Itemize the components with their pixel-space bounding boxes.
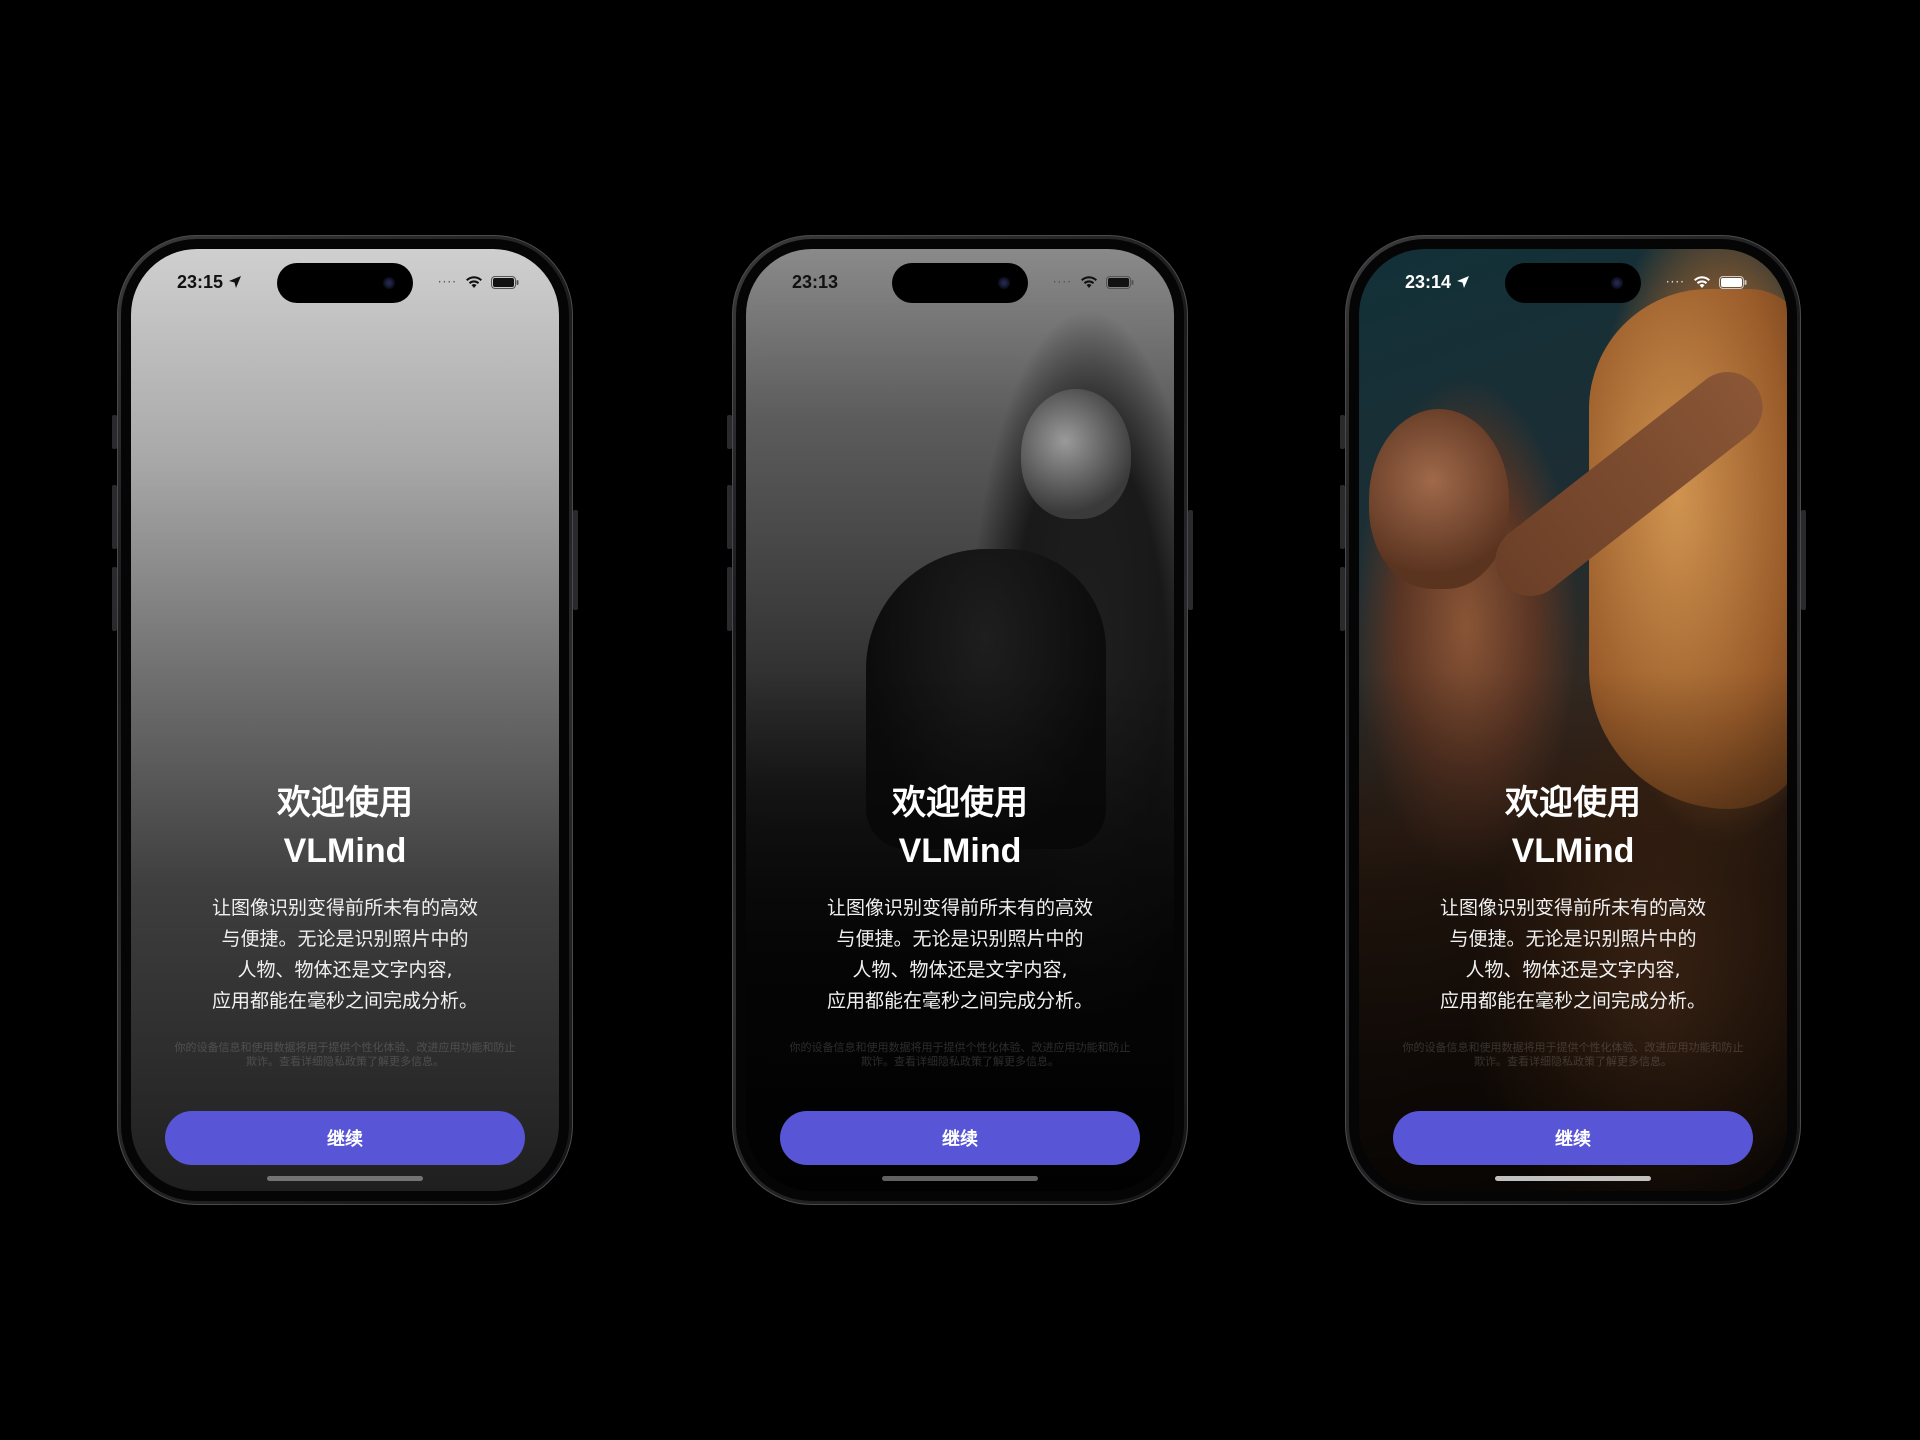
action-button <box>727 415 732 449</box>
home-indicator[interactable] <box>267 1176 423 1181</box>
battery-icon <box>1719 275 1747 289</box>
showcase-stage: 23:15 ···· 欢迎使用 VLMind 让图像识别变得前所未有的高效 与便… <box>0 0 1920 1440</box>
phone-mockup-2: 23:13 ···· 欢迎使用 VLMind 让图像识别变得前所未有的高效 与便… <box>727 235 1193 1205</box>
home-indicator[interactable] <box>882 1176 1038 1181</box>
signal-dots-icon: ···· <box>1052 275 1072 289</box>
welcome-content: 欢迎使用 VLMind 让图像识别变得前所未有的高效 与便捷。无论是识别照片中的… <box>746 779 1174 1017</box>
camera-icon <box>998 277 1010 289</box>
onboarding-screen-1: 23:15 ···· 欢迎使用 VLMind 让图像识别变得前所未有的高效 与便… <box>131 249 559 1191</box>
status-time: 23:14 <box>1405 271 1452 292</box>
dynamic-island <box>892 263 1028 303</box>
dynamic-island <box>1505 263 1641 303</box>
welcome-content: 欢迎使用 VLMind 让图像识别变得前所未有的高效 与便捷。无论是识别照片中的… <box>131 779 559 1017</box>
welcome-description: 让图像识别变得前所未有的高效 与便捷。无论是识别照片中的 人物、物体还是文字内容… <box>211 897 478 1012</box>
camera-icon <box>383 277 395 289</box>
welcome-title: 欢迎使用 VLMind <box>277 784 413 870</box>
welcome-description: 让图像识别变得前所未有的高效 与便捷。无论是识别照片中的 人物、物体还是文字内容… <box>826 897 1093 1012</box>
volume-down-button <box>1340 567 1345 631</box>
welcome-title: 欢迎使用 VLMind <box>1505 784 1641 870</box>
continue-button[interactable]: 继续 <box>165 1111 525 1165</box>
phone-mockup-1: 23:15 ···· 欢迎使用 VLMind 让图像识别变得前所未有的高效 与便… <box>112 235 578 1205</box>
location-arrow-icon <box>229 276 242 288</box>
signal-dots-icon: ···· <box>1665 275 1685 289</box>
wifi-icon <box>1081 276 1097 288</box>
background-photo-head <box>1021 389 1131 519</box>
location-arrow-icon <box>1457 276 1470 288</box>
volume-down-button <box>112 567 117 631</box>
power-button <box>1801 510 1806 610</box>
onboarding-screen-3: 23:14 ···· 欢迎使用 VLMind 让图像识别变得前所未有的高效 与便… <box>1359 249 1787 1191</box>
status-time: 23:15 <box>177 271 224 292</box>
privacy-notice: 你的设备信息和使用数据将用于提供个性化体验、改进应用功能和防止 欺诈。查看详细隐… <box>789 1041 1131 1068</box>
status-time: 23:13 <box>792 271 839 292</box>
action-button <box>112 415 117 449</box>
phone-mockup-3: 23:14 ···· 欢迎使用 VLMind 让图像识别变得前所未有的高效 与便… <box>1340 235 1806 1205</box>
privacy-notice: 你的设备信息和使用数据将用于提供个性化体验、改进应用功能和防止 欺诈。查看详细隐… <box>174 1041 516 1068</box>
dynamic-island <box>277 263 413 303</box>
camera-icon <box>1611 277 1623 289</box>
onboarding-screen-2: 23:13 ···· 欢迎使用 VLMind 让图像识别变得前所未有的高效 与便… <box>746 249 1174 1191</box>
wifi-icon <box>466 276 482 288</box>
action-button <box>1340 415 1345 449</box>
volume-up-button <box>727 485 732 549</box>
battery-icon <box>491 275 519 289</box>
signal-dots-icon: ···· <box>437 275 457 289</box>
battery-icon <box>1106 275 1134 289</box>
volume-up-button <box>112 485 117 549</box>
power-button <box>1188 510 1193 610</box>
volume-down-button <box>727 567 732 631</box>
volume-up-button <box>1340 485 1345 549</box>
background-photo-face <box>1369 409 1509 589</box>
welcome-content: 欢迎使用 VLMind 让图像识别变得前所未有的高效 与便捷。无论是识别照片中的… <box>1359 779 1787 1017</box>
power-button <box>573 510 578 610</box>
welcome-description: 让图像识别变得前所未有的高效 与便捷。无论是识别照片中的 人物、物体还是文字内容… <box>1439 897 1706 1012</box>
privacy-notice: 你的设备信息和使用数据将用于提供个性化体验、改进应用功能和防止 欺诈。查看详细隐… <box>1402 1041 1744 1068</box>
welcome-title: 欢迎使用 VLMind <box>892 784 1028 870</box>
home-indicator[interactable] <box>1495 1176 1651 1181</box>
continue-button[interactable]: 继续 <box>1393 1111 1753 1165</box>
wifi-icon <box>1694 276 1710 288</box>
continue-button[interactable]: 继续 <box>780 1111 1140 1165</box>
